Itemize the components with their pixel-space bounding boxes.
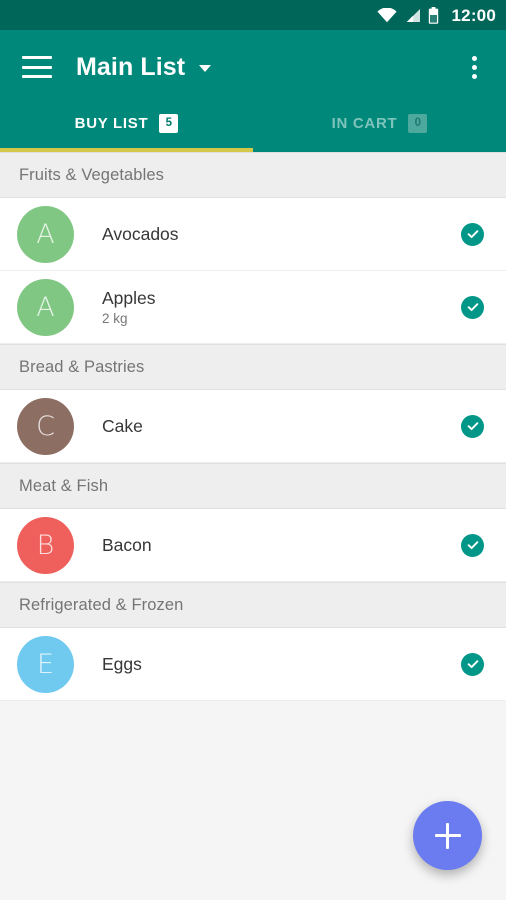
section-header-label: Meat & Fish: [19, 476, 109, 495]
list-selector[interactable]: Main List: [76, 52, 212, 81]
status-bar: 12:00: [0, 0, 506, 30]
avatar: A: [17, 205, 74, 263]
section-header-label: Bread & Pastries: [19, 357, 145, 376]
chevron-down-icon: [199, 65, 212, 72]
list-item-title: Bacon: [102, 534, 152, 555]
list-item-title: Cake: [102, 415, 143, 436]
page-title: Main List: [76, 52, 186, 81]
list-item[interactable]: B Bacon: [0, 509, 506, 582]
add-item-fab[interactable]: [413, 801, 482, 870]
check-circle-icon[interactable]: [461, 295, 484, 319]
tab-indicator: [0, 148, 253, 152]
check-circle-icon[interactable]: [461, 414, 484, 438]
section-header-label: Refrigerated & Frozen: [19, 595, 184, 614]
status-bar-icons: 12:00: [376, 5, 496, 25]
list-item-text: Avocados: [102, 224, 461, 244]
list-item-text: Apples 2 kg: [102, 288, 461, 327]
avatar: C: [17, 397, 74, 455]
app-bar-top-row: Main List: [0, 36, 506, 98]
section-header-meat-fish: Meat & Fish: [0, 463, 506, 509]
list-item-text: Cake: [102, 416, 461, 436]
plus-icon: [434, 822, 461, 849]
avatar: E: [17, 635, 74, 693]
check-circle-icon[interactable]: [461, 533, 484, 557]
section-header-label: Fruits & Vegetables: [19, 165, 164, 184]
tab-buy-list-label: BUY LIST: [74, 114, 149, 132]
wifi-icon: [376, 7, 397, 22]
list-item[interactable]: A Avocados: [0, 198, 506, 271]
section-header-bread-pastries: Bread & Pastries: [0, 344, 506, 390]
list-item[interactable]: A Apples 2 kg: [0, 271, 506, 344]
list-item-title: Eggs: [102, 653, 142, 674]
list-item-text: Eggs: [102, 654, 461, 674]
shopping-list[interactable]: Fruits & Vegetables A Avocados A Apples 2 kg B…: [0, 152, 506, 900]
avatar: B: [17, 516, 74, 574]
check-circle-icon[interactable]: [461, 652, 484, 676]
tab-in-cart-label: IN CART: [331, 114, 398, 132]
tab-in-cart-badge: 0: [408, 113, 428, 133]
cell-signal-icon: [406, 8, 420, 22]
battery-icon: [428, 6, 438, 24]
avatar: A: [17, 278, 74, 336]
section-header-fruits-vegetables: Fruits & Vegetables: [0, 152, 506, 198]
hamburger-menu-icon[interactable]: [22, 56, 52, 78]
list-item-subtitle: 2 kg: [102, 310, 128, 326]
app-bar: Main List BUY LIST 5 IN CART 0: [0, 30, 506, 152]
tab-in-cart[interactable]: IN CART 0: [253, 98, 506, 152]
app-root: 12:00 Main List BUY LIST 5 IN CART 0 Fru…: [0, 0, 506, 900]
more-vertical-icon[interactable]: [460, 50, 488, 84]
check-circle-icon[interactable]: [461, 222, 484, 246]
tab-bar: BUY LIST 5 IN CART 0: [0, 98, 506, 152]
tab-buy-list[interactable]: BUY LIST 5: [0, 98, 253, 152]
list-item-title: Avocados: [102, 223, 179, 244]
tab-buy-list-badge: 5: [159, 113, 179, 133]
list-item-text: Bacon: [102, 535, 461, 555]
list-item[interactable]: E Eggs: [0, 628, 506, 701]
status-bar-clock: 12:00: [451, 5, 496, 25]
section-header-refrigerated-frozen: Refrigerated & Frozen: [0, 582, 506, 628]
list-item-title: Apples: [102, 287, 156, 308]
list-item[interactable]: C Cake: [0, 390, 506, 463]
